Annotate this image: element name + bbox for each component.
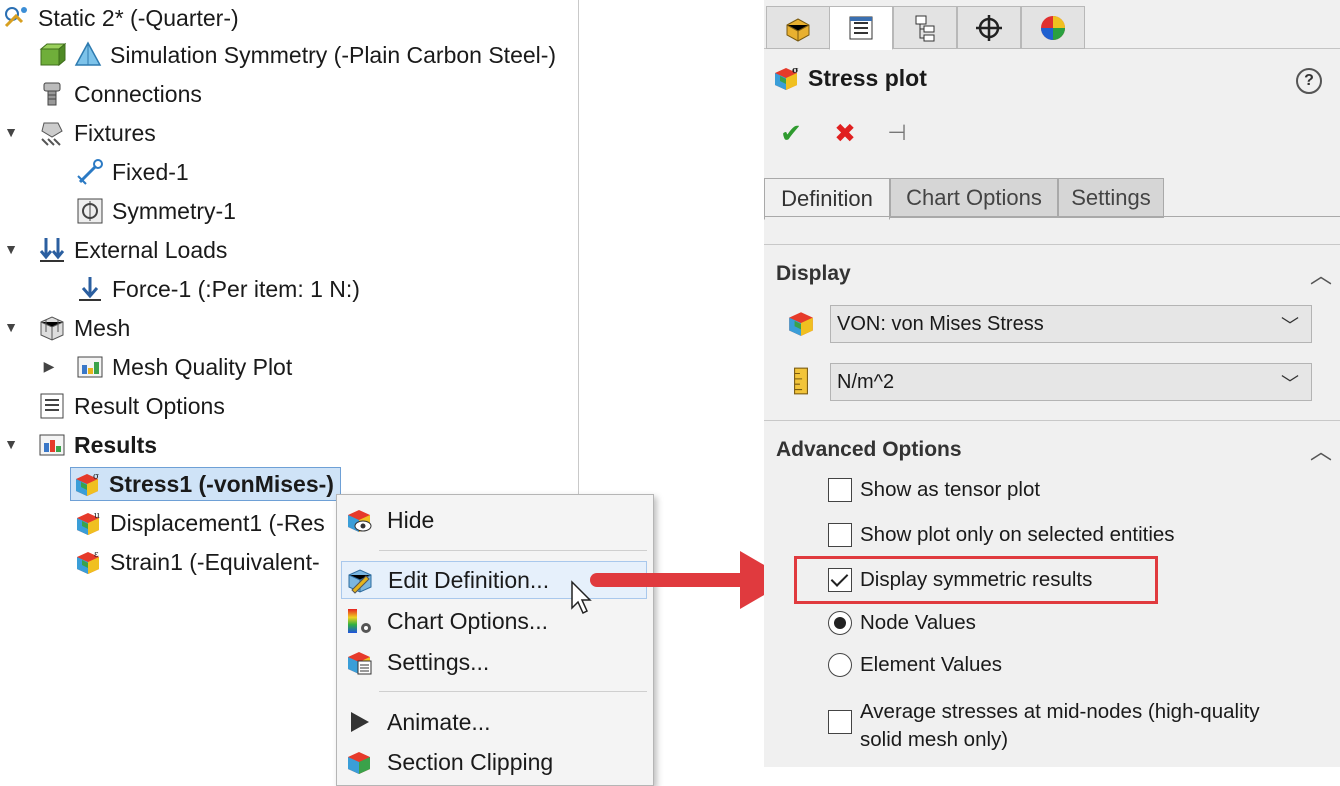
average-stresses-checkbox[interactable]: Average stresses at mid-nodes (high-qual…: [828, 698, 1268, 754]
external-loads-collapse-caret[interactable]: ▼: [4, 241, 18, 257]
study-icon: [2, 4, 30, 32]
menu-item-animate[interactable]: Animate...: [341, 703, 647, 741]
tree-item-connections[interactable]: Connections: [38, 76, 202, 112]
tab-configuration-manager[interactable]: [893, 6, 957, 49]
stress-plot-icon: σ: [772, 64, 800, 92]
pin-icon[interactable]: ⊣: [882, 118, 912, 148]
component-select[interactable]: VON: von Mises Stress ﹀: [830, 305, 1312, 343]
tab-underline: [764, 216, 1340, 217]
property-manager: σ Stress plot ? ✔ ✖ ⊣ Definition Chart O…: [764, 0, 1340, 767]
result-options-icon: [38, 392, 66, 420]
configuration-manager-icon: [915, 15, 935, 41]
advanced-collapse-icon[interactable]: ︿: [1310, 434, 1332, 466]
part-material-icon: [38, 41, 66, 69]
callout-arrow-icon: [590, 551, 790, 609]
svg-text:σ: σ: [93, 472, 99, 482]
ruler-icon: [786, 366, 816, 396]
displacement-plot-icon: u: [74, 509, 102, 537]
tree-item-part[interactable]: Simulation Symmetry (-Plain Carbon Steel…: [38, 37, 556, 73]
play-icon: [345, 708, 373, 736]
section-divider: [764, 244, 1340, 245]
display-section-header: Display: [776, 262, 851, 285]
tab-chart-options[interactable]: Chart Options: [890, 178, 1058, 218]
mesh-icon: [38, 314, 66, 342]
results-collapse-caret[interactable]: ▼: [4, 436, 18, 452]
hide-icon: [345, 506, 373, 534]
chart-options-icon: [345, 607, 373, 635]
show-selected-checkbox[interactable]: Show plot only on selected entities: [828, 523, 1175, 547]
svg-text:ε: ε: [94, 550, 99, 560]
mesh-quality-expand-caret[interactable]: ▶: [42, 358, 56, 375]
tree-item-external-loads[interactable]: External Loads: [38, 232, 227, 268]
stress-plot-icon: σ: [73, 470, 101, 498]
strain-plot-icon: ε: [74, 548, 102, 576]
tree-item-results[interactable]: Results: [38, 427, 157, 463]
fixtures-collapse-caret[interactable]: ▼: [4, 124, 18, 140]
tree-item-stress1[interactable]: σ Stress1 (-vonMises-): [70, 466, 341, 502]
tree-item-displacement1[interactable]: u Displacement1 (-Res: [74, 505, 325, 541]
edit-definition-icon: [346, 566, 374, 594]
panel-title: σ Stress plot: [772, 64, 927, 92]
display-collapse-icon[interactable]: ︿: [1310, 258, 1332, 290]
tree-item-study[interactable]: Static 2* (-Quarter-): [2, 0, 239, 36]
cancel-x-icon[interactable]: ✖: [830, 118, 860, 148]
external-loads-icon: [38, 236, 66, 264]
highlight-box: [794, 556, 1158, 604]
mesh-collapse-caret[interactable]: ▼: [4, 319, 18, 335]
feature-manager-icon: [786, 17, 810, 42]
appearance-icon: [1041, 15, 1065, 40]
tree-item-result-options[interactable]: Result Options: [38, 388, 225, 424]
property-manager-icon: [849, 16, 873, 40]
section-clipping-icon: [345, 748, 373, 776]
fixtures-icon: [38, 119, 66, 147]
symmetry-icon: [76, 197, 104, 225]
tree-item-fixtures[interactable]: Fixtures: [38, 115, 156, 151]
tab-definition[interactable]: Definition: [764, 178, 890, 220]
menu-separator: [379, 691, 647, 692]
tab-display-manager[interactable]: [1021, 6, 1085, 49]
tab-property-manager[interactable]: [829, 6, 893, 50]
connections-icon: [38, 80, 66, 108]
tree-item-symmetry-1[interactable]: Symmetry-1: [76, 193, 236, 229]
chevron-down-icon: ﹀: [1281, 374, 1299, 394]
section-divider: [764, 420, 1340, 421]
ok-checkmark-icon[interactable]: ✔: [776, 118, 806, 148]
tab-feature-manager[interactable]: [766, 6, 830, 49]
tree-item-mesh[interactable]: Mesh: [38, 310, 130, 346]
node-values-radio[interactable]: Node Values: [828, 611, 976, 635]
tab-settings[interactable]: Settings: [1058, 178, 1164, 218]
settings-icon: [345, 648, 373, 676]
tree-item-force-1[interactable]: Force-1 (:Per item: 1 N:): [76, 271, 360, 307]
tree-item-mesh-quality-plot[interactable]: Mesh Quality Plot: [76, 349, 292, 385]
symmetry-body-icon: [74, 41, 102, 69]
tree-item-strain1[interactable]: ε Strain1 (-Equivalent-: [74, 544, 320, 580]
context-menu: Hide Edit Definition... Chart Options...…: [336, 494, 654, 786]
show-tensor-checkbox[interactable]: Show as tensor plot: [828, 478, 1040, 502]
tab-dimxpert-manager[interactable]: [957, 6, 1021, 49]
stress-component-icon: [786, 308, 816, 338]
menu-item-hide[interactable]: Hide: [341, 501, 647, 539]
chevron-down-icon: ﹀: [1281, 316, 1299, 336]
results-folder-icon: [38, 431, 66, 459]
units-select[interactable]: N/m^2 ﹀: [830, 363, 1312, 401]
help-icon[interactable]: ?: [1296, 68, 1322, 94]
advanced-options-header: Advanced Options: [776, 438, 962, 461]
tree-item-fixed-1[interactable]: Fixed-1: [76, 154, 189, 190]
menu-item-section-clipping[interactable]: Section Clipping: [341, 743, 647, 781]
force-icon: [76, 275, 104, 303]
manager-tabs: [764, 0, 1340, 50]
fixed-icon: [76, 158, 104, 186]
plot-folder-icon: [76, 353, 104, 381]
svg-text:σ: σ: [792, 66, 799, 76]
crosshair-icon: [976, 14, 1002, 41]
menu-item-settings[interactable]: Settings...: [341, 643, 647, 681]
element-values-radio[interactable]: Element Values: [828, 653, 1002, 677]
svg-text:u: u: [94, 511, 100, 521]
